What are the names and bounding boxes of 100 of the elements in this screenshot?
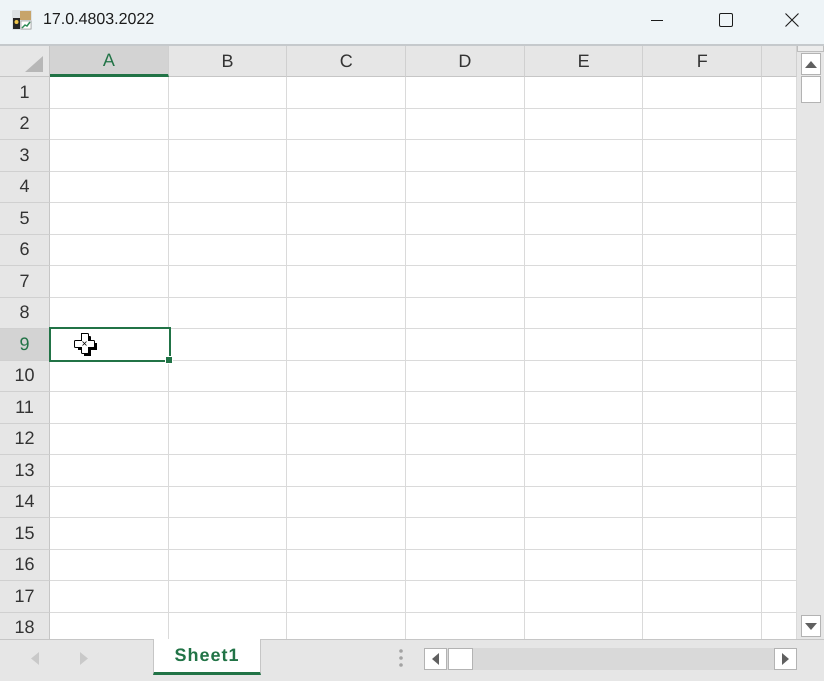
split-handle[interactable] xyxy=(797,46,824,52)
selected-cell[interactable] xyxy=(49,327,171,362)
table-cell[interactable] xyxy=(643,455,762,486)
table-cell[interactable] xyxy=(524,266,644,298)
row-header[interactable]: 10 xyxy=(0,360,50,392)
table-cell[interactable] xyxy=(168,518,288,550)
table-cell[interactable] xyxy=(524,581,644,612)
table-cell[interactable] xyxy=(524,550,644,581)
table-cell[interactable] xyxy=(50,455,169,486)
column-header[interactable]: C xyxy=(287,46,406,77)
table-cell[interactable] xyxy=(168,77,288,108)
table-cell[interactable] xyxy=(168,486,288,518)
table-cell[interactable] xyxy=(287,298,406,329)
row-header[interactable]: 4 xyxy=(0,172,50,203)
scrollbar-thumb[interactable] xyxy=(448,648,473,670)
table-cell[interactable] xyxy=(643,203,762,234)
table-cell[interactable] xyxy=(406,77,525,108)
table-cell[interactable] xyxy=(524,455,644,486)
table-cell[interactable] xyxy=(168,550,288,581)
scroll-down-button[interactable] xyxy=(801,615,821,637)
table-cell[interactable] xyxy=(50,108,169,140)
table-cell[interactable] xyxy=(50,550,169,581)
table-cell[interactable] xyxy=(524,234,644,266)
column-header[interactable]: D xyxy=(406,46,525,77)
table-cell[interactable] xyxy=(168,298,288,329)
table-cell[interactable] xyxy=(406,424,525,455)
table-cell[interactable] xyxy=(524,360,644,392)
table-cell[interactable] xyxy=(406,392,525,424)
table-cell[interactable] xyxy=(524,172,644,203)
table-cell[interactable] xyxy=(50,172,169,203)
table-cell[interactable] xyxy=(643,360,762,392)
table-cell[interactable] xyxy=(168,172,288,203)
table-cell[interactable] xyxy=(50,581,169,612)
scrollbar-thumb[interactable] xyxy=(801,76,821,103)
table-cell[interactable] xyxy=(524,298,644,329)
table-cell[interactable] xyxy=(643,77,762,108)
table-cell[interactable] xyxy=(168,455,288,486)
table-cell[interactable] xyxy=(524,140,644,172)
table-cell[interactable] xyxy=(287,329,406,360)
table-cell[interactable] xyxy=(50,266,169,298)
scroll-left-button[interactable] xyxy=(424,648,447,670)
table-cell[interactable] xyxy=(287,392,406,424)
table-cell[interactable] xyxy=(524,486,644,518)
column-header[interactable]: B xyxy=(168,46,288,77)
table-cell[interactable] xyxy=(168,581,288,612)
table-cell[interactable] xyxy=(287,140,406,172)
table-cell[interactable] xyxy=(643,392,762,424)
table-cell[interactable] xyxy=(406,108,525,140)
table-cell[interactable] xyxy=(168,140,288,172)
table-cell[interactable] xyxy=(287,108,406,140)
table-cell[interactable] xyxy=(406,486,525,518)
table-cell[interactable] xyxy=(406,518,525,550)
table-cell[interactable] xyxy=(287,486,406,518)
table-cell[interactable] xyxy=(50,234,169,266)
scroll-up-button[interactable] xyxy=(801,53,821,75)
table-cell[interactable] xyxy=(168,424,288,455)
table-cell[interactable] xyxy=(168,108,288,140)
row-header[interactable]: 16 xyxy=(0,550,50,581)
table-cell[interactable] xyxy=(50,424,169,455)
row-header[interactable]: 1 xyxy=(0,77,50,108)
table-cell[interactable] xyxy=(406,234,525,266)
column-header[interactable]: F xyxy=(643,46,762,77)
table-cell[interactable] xyxy=(50,203,169,234)
table-cell[interactable] xyxy=(50,392,169,424)
sheet-tab[interactable]: Sheet1 xyxy=(153,639,261,675)
table-cell[interactable] xyxy=(287,581,406,612)
fill-handle[interactable] xyxy=(164,356,173,364)
table-cell[interactable] xyxy=(406,329,525,360)
table-cell[interactable] xyxy=(406,298,525,329)
row-header[interactable]: 17 xyxy=(0,581,50,612)
table-cell[interactable] xyxy=(643,518,762,550)
row-header[interactable]: 6 xyxy=(0,234,50,266)
table-cell[interactable] xyxy=(643,424,762,455)
table-cell[interactable] xyxy=(50,486,169,518)
row-header[interactable]: 13 xyxy=(0,455,50,486)
table-cell[interactable] xyxy=(406,172,525,203)
table-cell[interactable] xyxy=(168,392,288,424)
table-cell[interactable] xyxy=(643,329,762,360)
row-header[interactable]: 3 xyxy=(0,140,50,172)
row-header[interactable]: 14 xyxy=(0,486,50,518)
table-cell[interactable] xyxy=(406,550,525,581)
table-cell[interactable] xyxy=(643,581,762,612)
table-cell[interactable] xyxy=(406,581,525,612)
row-header[interactable]: 12 xyxy=(0,424,50,455)
row-header[interactable]: 11 xyxy=(0,392,50,424)
table-cell[interactable] xyxy=(287,424,406,455)
table-cell[interactable] xyxy=(287,455,406,486)
select-all-button[interactable] xyxy=(0,46,50,77)
table-cell[interactable] xyxy=(643,108,762,140)
table-cell[interactable] xyxy=(524,77,644,108)
row-header[interactable]: 5 xyxy=(0,203,50,234)
table-cell[interactable] xyxy=(406,455,525,486)
splitter-handle-icon[interactable] xyxy=(399,649,403,667)
row-header[interactable]: 7 xyxy=(0,266,50,298)
table-cell[interactable] xyxy=(406,266,525,298)
table-cell[interactable] xyxy=(287,550,406,581)
table-cell[interactable] xyxy=(524,203,644,234)
column-header[interactable]: A xyxy=(50,46,169,77)
row-header[interactable]: 9 xyxy=(0,329,50,360)
table-cell[interactable] xyxy=(287,172,406,203)
